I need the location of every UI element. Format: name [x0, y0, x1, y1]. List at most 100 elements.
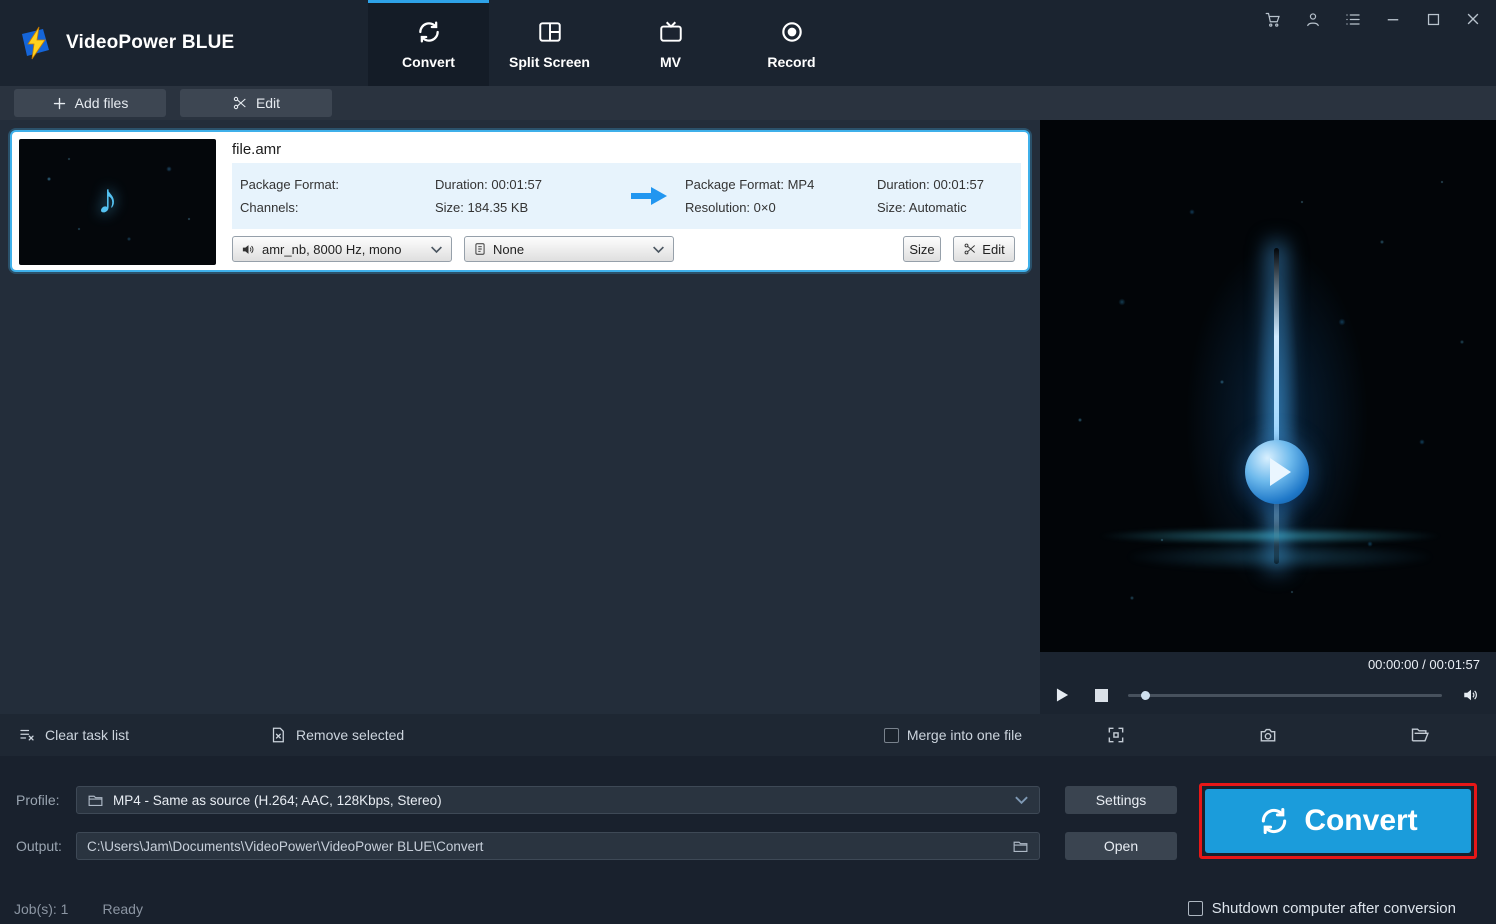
arrow-right-icon: [631, 187, 667, 205]
channels-label: Channels:: [240, 200, 299, 215]
profile-label: Profile:: [16, 792, 60, 808]
logo-icon: [22, 26, 49, 60]
tab-mv[interactable]: MV: [610, 0, 731, 86]
plus-icon: [53, 97, 65, 109]
fullscreen-icon: [1108, 727, 1124, 743]
play-button[interactable]: [1056, 687, 1069, 703]
file-details: file.amr Package Format: Channels: Durat…: [232, 139, 1021, 263]
source-duration: Duration: 00:01:57: [435, 177, 542, 192]
file-card-controls: amr_nb, 8000 Hz, mono None Size Edit: [232, 229, 1021, 263]
maximize-button[interactable]: [1424, 10, 1442, 28]
preview-play-button[interactable]: [1245, 440, 1309, 504]
light-streak: [1100, 528, 1440, 544]
convert-button[interactable]: Convert: [1205, 789, 1471, 853]
seek-slider[interactable]: [1128, 690, 1442, 700]
preview-panel: 00:00:00 / 00:01:57: [1040, 120, 1496, 756]
add-files-button[interactable]: Add files: [14, 89, 166, 117]
target-values-left: Package Format: MP4 Resolution: 0×0: [685, 177, 877, 215]
convert-label: Convert: [1304, 804, 1418, 837]
play-icon: [1056, 688, 1069, 702]
checkbox-box: [1187, 901, 1203, 916]
profile-value: MP4 - Same as source (H.264; AAC, 128Kbp…: [113, 792, 442, 808]
tab-label: Record: [767, 54, 816, 70]
scissors-icon: [964, 243, 976, 255]
target-duration: Duration: 00:01:57: [877, 177, 984, 192]
menu-list-icon[interactable]: [1344, 10, 1362, 28]
app-logo: VideoPower BLUE: [0, 0, 368, 86]
subtitle-dropdown[interactable]: None: [464, 236, 674, 262]
snapshot-button[interactable]: [1258, 725, 1278, 745]
split-screen-icon: [538, 22, 561, 42]
user-account-icon[interactable]: [1304, 10, 1322, 28]
record-icon: [781, 22, 802, 42]
volume-icon: [1464, 689, 1477, 701]
close-button[interactable]: [1464, 10, 1482, 28]
file-name: file.amr: [232, 141, 282, 158]
volume-button[interactable]: [1462, 686, 1480, 704]
task-list-area: ♪ file.amr Package Format: Channels: Dur…: [0, 120, 1040, 756]
size-button[interactable]: Size: [903, 236, 941, 262]
edit-label: Edit: [255, 95, 281, 111]
seek-handle[interactable]: [1140, 690, 1150, 700]
checkbox-box: [883, 727, 899, 743]
speaker-icon: [242, 244, 254, 254]
stop-button[interactable]: [1095, 688, 1108, 702]
source-size: Size: 184.35 KB: [435, 200, 529, 215]
tab-label: MV: [660, 54, 681, 70]
shutdown-label: Shutdown computer after conversion: [1211, 900, 1456, 917]
file-toolbar: Add files Edit: [0, 86, 1496, 120]
remove-selected-label: Remove selected: [296, 727, 405, 743]
playback-controls: [1040, 676, 1496, 714]
package-format-label: Package Format:: [240, 177, 339, 192]
remove-selected-button[interactable]: Remove selected: [269, 726, 404, 744]
size-button-label: Size: [909, 241, 935, 257]
file-list-item[interactable]: ♪ file.amr Package Format: Channels: Dur…: [10, 130, 1030, 272]
settings-label: Settings: [1095, 792, 1147, 808]
refresh-arrows-icon: [418, 21, 439, 43]
chevron-down-icon: [1015, 796, 1028, 805]
playback-time: 00:00:00 / 00:01:57: [1367, 656, 1480, 672]
file-thumbnail: ♪: [19, 139, 216, 265]
chevron-down-icon: [653, 245, 664, 253]
add-files-label: Add files: [74, 95, 129, 111]
target-values-right: Duration: 00:01:57 Size: Automatic: [877, 177, 1013, 215]
music-note-icon: ♪: [97, 175, 118, 222]
profile-dropdown[interactable]: MP4 - Same as source (H.264; AAC, 128Kbp…: [76, 786, 1040, 814]
target-size: Size: Automatic: [877, 200, 967, 215]
remove-file-icon: [272, 727, 284, 743]
reflection-glow: [1130, 544, 1430, 570]
output-path-field[interactable]: C:\Users\Jam\Documents\VideoPower\VideoP…: [76, 832, 1040, 860]
scissors-icon: [233, 96, 246, 110]
tab-record[interactable]: Record: [731, 0, 852, 86]
open-button[interactable]: Open: [1065, 832, 1177, 860]
merge-into-one-file-checkbox[interactable]: Merge into one file: [883, 727, 1022, 743]
clear-task-list-label: Clear task list: [45, 727, 130, 743]
refresh-arrows-icon: [1262, 808, 1287, 835]
shutdown-checkbox[interactable]: Shutdown computer after conversion: [1187, 900, 1456, 917]
source-labels: Package Format: Channels:: [240, 177, 435, 215]
open-snapshot-folder-button[interactable]: [1410, 725, 1430, 745]
status-text: Ready: [102, 901, 143, 917]
cart-icon[interactable]: [1264, 10, 1282, 28]
window-controls: [1264, 10, 1482, 28]
app-title: VideoPower BLUE: [66, 32, 235, 53]
minimize-button[interactable]: [1384, 10, 1402, 28]
merge-label: Merge into one file: [906, 727, 1022, 743]
status-bar: Job(s): 1 Ready: [14, 901, 143, 917]
file-edit-button[interactable]: Edit: [953, 236, 1015, 262]
output-label: Output:: [16, 838, 62, 854]
edit-button[interactable]: Edit: [180, 89, 332, 117]
source-values: Duration: 00:01:57 Size: 184.35 KB: [435, 177, 613, 215]
chevron-down-icon: [431, 245, 442, 253]
fullscreen-button[interactable]: [1106, 725, 1126, 745]
clear-task-list-button[interactable]: Clear task list: [18, 726, 129, 744]
main-area: ♪ file.amr Package Format: Channels: Dur…: [0, 120, 1496, 756]
audio-track-dropdown[interactable]: amr_nb, 8000 Hz, mono: [232, 236, 452, 262]
tab-convert[interactable]: Convert: [368, 0, 489, 86]
tab-label: Convert: [402, 54, 455, 70]
main-tabs: Convert Split Screen MV Record: [368, 0, 852, 86]
tab-split-screen[interactable]: Split Screen: [489, 0, 610, 86]
open-label: Open: [1103, 838, 1139, 854]
file-info-box: Package Format: Channels: Duration: 00:0…: [232, 163, 1021, 229]
settings-button[interactable]: Settings: [1065, 786, 1177, 814]
